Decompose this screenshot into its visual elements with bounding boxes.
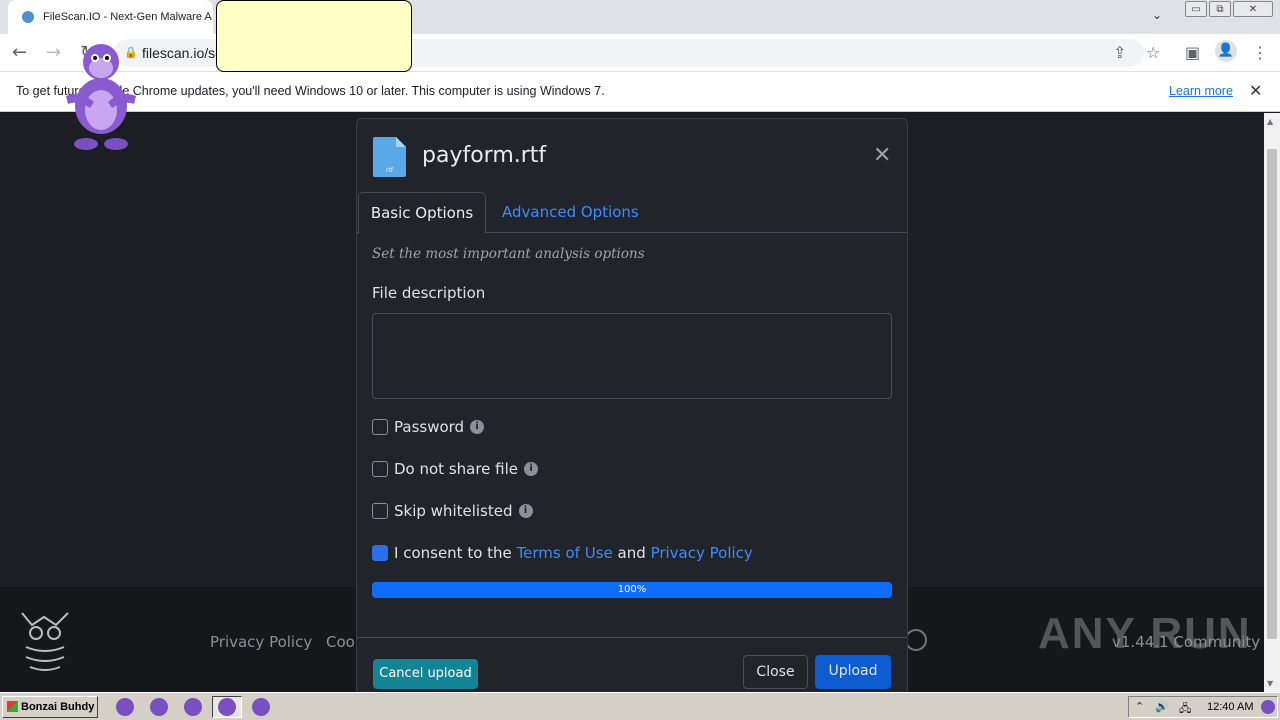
cancel-upload-button[interactable]: Cancel upload [373,659,478,689]
infobar-close-icon[interactable]: ✕ [1249,81,1262,101]
tab-advanced-options[interactable]: Advanced Options [502,203,639,221]
do-not-share-checkbox[interactable] [372,461,388,477]
tab-basic-options[interactable]: Basic Options [358,192,486,234]
restore-button[interactable]: ⧉ [1209,1,1231,17]
upload-progress-bar: 100% [372,582,892,598]
password-checkbox[interactable] [372,419,388,435]
side-panel-icon[interactable]: ▣ [1185,43,1200,62]
modal-title: payform.rtf [422,143,547,168]
consent-checkbox[interactable] [372,545,388,561]
active-taskbar-item[interactable] [212,696,242,718]
info-icon[interactable]: i [524,462,539,476]
skip-whitelisted-label: Skip whitelisted [394,502,513,520]
options-hint: Set the most important analysis options [372,246,645,262]
browser-tab[interactable]: FileScan.IO - Next-Gen Malware A [8,0,213,34]
consent-prefix: I consent to the [394,544,512,562]
file-ext-badge: rtf [386,167,394,174]
tab-title: FileScan.IO - Next-Gen Malware A [43,11,212,23]
page-scrollbar[interactable]: ▲ ▼ [1264,113,1280,692]
skip-whitelisted-option[interactable]: Skip whitelisted i [372,502,533,520]
scroll-down-icon[interactable]: ▼ [1267,679,1273,688]
filescan-owl-logo-icon [21,612,69,671]
bonzi-taskbar-icon [218,698,236,716]
learn-more-link[interactable]: Learn more [1169,84,1233,98]
menu-kebab-icon[interactable]: ⋮ [1252,43,1268,62]
network-icon[interactable]: 🖧 [1179,700,1191,719]
tab-list-chevron-icon[interactable]: ⌄ [1152,8,1162,22]
browser-toolbar: ← → ↻ 🔒 filescan.io/sc ⇪ ☆ ▣ 👤 ⋮ [0,34,1280,72]
bookmark-star-icon[interactable]: ☆ [1146,43,1160,62]
version-label: v1.44.1 Community [1112,633,1261,651]
consent-and: and [617,544,646,562]
file-description-textarea[interactable] [372,313,892,399]
update-infobar: To get future Google Chrome updates, you… [0,72,1280,112]
footer-privacy-link[interactable]: Privacy Policy [210,633,312,651]
github-icon[interactable] [905,629,927,651]
filescan-favicon-icon [22,11,34,23]
url-text: filescan.io/sc [142,45,223,61]
bonzi-buddy-icon[interactable] [60,40,142,152]
scrollbar-thumb[interactable] [1267,149,1277,639]
system-tray: ⌃ 🔊 🖧 12:40 AM [1128,696,1278,718]
consent-option[interactable]: I consent to the Terms of Use and Privac… [372,544,753,562]
window-close-button[interactable]: ✕ [1233,1,1273,17]
upload-modal: rtf payform.rtf ✕ Basic Options Advanced… [356,118,908,698]
start-button[interactable]: Bonzai Buhdy [2,696,98,718]
options-tabs: Basic Options Advanced Options [357,192,907,234]
start-label: Bonzai Buhdy [21,701,95,713]
bonzi-taskbar-icon[interactable] [252,698,270,716]
info-icon[interactable]: i [470,420,485,434]
privacy-policy-link[interactable]: Privacy Policy [651,544,753,562]
modal-header: rtf payform.rtf ✕ [357,119,907,192]
bonzi-taskbar-icon[interactable] [116,698,134,716]
close-button[interactable]: Close [743,655,808,689]
skip-whitelisted-checkbox[interactable] [372,503,388,519]
info-icon[interactable]: i [518,504,533,518]
modal-close-icon[interactable]: ✕ [873,143,891,168]
bonzi-taskbar-icon[interactable] [150,698,168,716]
terms-of-use-link[interactable]: Terms of Use [517,544,613,562]
scroll-up-icon[interactable]: ▲ [1267,117,1273,126]
modal-footer: Cancel upload Close Upload [357,637,907,699]
password-label: Password [394,418,465,436]
bonzi-taskbar-icon[interactable] [184,698,202,716]
volume-icon[interactable]: 🔊 [1155,700,1169,713]
rtf-file-icon: rtf [373,137,406,177]
share-icon[interactable]: ⇪ [1113,43,1126,62]
minimize-button[interactable]: ▭ [1185,1,1207,17]
clock[interactable]: 12:40 AM [1207,701,1253,713]
upload-progress: 100% [372,582,892,598]
windows-logo-icon [7,701,18,712]
bonzi-tray-icon[interactable] [1261,700,1275,714]
upload-button[interactable]: Upload [815,655,891,689]
do-not-share-option[interactable]: Do not share file i [372,460,539,478]
file-description-label: File description [372,284,486,302]
tray-expand-icon[interactable]: ⌃ [1135,700,1144,713]
windows-taskbar: Bonzai Buhdy ⌃ 🔊 🖧 12:40 AM [0,692,1280,720]
do-not-share-label: Do not share file [394,460,519,478]
forward-arrow-icon[interactable]: → [46,42,61,63]
back-arrow-icon[interactable]: ← [12,42,27,63]
bonzi-speech-bubble [216,0,412,72]
password-option[interactable]: Password i [372,418,485,436]
browser-titlebar: FileScan.IO - Next-Gen Malware A ⌄ ▭ ⧉ ✕ [0,0,1280,34]
profile-avatar-icon[interactable]: 👤 [1215,40,1237,62]
